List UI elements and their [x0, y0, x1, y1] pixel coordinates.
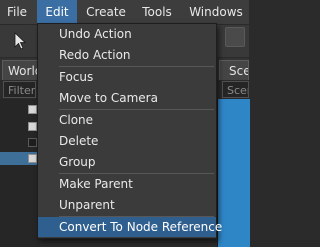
toolbar-button[interactable]: [225, 27, 245, 47]
menu-file[interactable]: File: [2, 0, 32, 24]
tree-row[interactable]: [0, 103, 40, 116]
tree-row[interactable]: [0, 152, 40, 165]
menu-item-focus[interactable]: Focus: [38, 67, 216, 87]
menu-item-clone[interactable]: Clone: [38, 110, 216, 130]
menu-item-redo-action[interactable]: Redo Action: [38, 45, 216, 65]
menu-item-undo-action[interactable]: Undo Action: [38, 24, 216, 44]
tab-scene[interactable]: Scene: [219, 60, 249, 80]
menu-item-make-parent[interactable]: Make Parent: [38, 174, 216, 194]
tree-row[interactable]: [0, 136, 40, 149]
menu-windows[interactable]: Windows: [186, 0, 246, 24]
arrow-pointer-icon[interactable]: [14, 32, 26, 50]
tree-row[interactable]: [0, 120, 40, 133]
tab-world[interactable]: World: [2, 60, 38, 80]
visibility-checkbox[interactable]: [28, 154, 37, 163]
menu-item-convert-to-node-reference[interactable]: Convert To Node Reference: [38, 217, 222, 237]
menu-item-delete[interactable]: Delete: [38, 131, 216, 151]
visibility-checkbox[interactable]: [28, 122, 37, 131]
menu-edit[interactable]: Edit: [37, 0, 77, 24]
menu-tools[interactable]: Tools: [137, 0, 177, 24]
menu-create[interactable]: Create: [82, 0, 130, 24]
scene-filter-input[interactable]: Scene: [222, 81, 249, 98]
menu-item-move-to-camera[interactable]: Move to Camera: [38, 88, 216, 108]
edit-menu-dropdown: Undo Action Redo Action Focus Move to Ca…: [37, 23, 222, 239]
world-tree[interactable]: [0, 99, 40, 247]
menubar: File Edit Create Tools Windows: [0, 0, 249, 25]
menu-item-unparent[interactable]: Unparent: [38, 195, 216, 215]
visibility-checkbox[interactable]: [28, 105, 37, 114]
menu-item-group[interactable]: Group: [38, 152, 216, 172]
world-filter-input[interactable]: Filter: [3, 81, 36, 98]
visibility-checkbox[interactable]: [28, 138, 37, 147]
